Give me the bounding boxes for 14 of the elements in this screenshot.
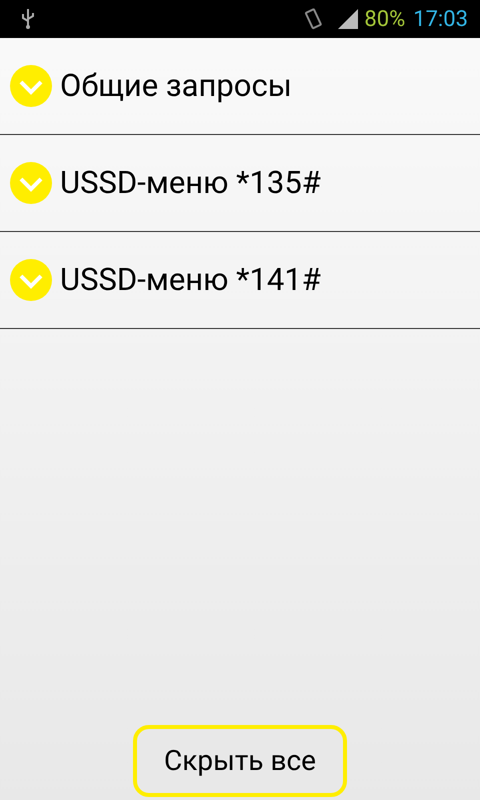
group-header[interactable]: Общие запросы [0,38,480,135]
hide-all-button[interactable]: Скрыть все [133,725,347,797]
signal-icon [338,9,360,29]
group-title: USSD-меню *141# [60,260,321,300]
usb-icon [20,8,36,30]
group-header[interactable]: USSD-меню *135# [0,135,480,232]
chevron-down-icon [10,162,52,204]
chevron-down-icon [10,259,52,301]
group-header[interactable]: USSD-меню *141# [0,232,480,329]
group-title: USSD-меню *135# [60,162,321,203]
chevron-down-icon [10,65,52,107]
group-title: Общие запросы [60,66,292,106]
clock: 17:03 [413,6,468,34]
battery-percentage: 80% [364,6,406,34]
